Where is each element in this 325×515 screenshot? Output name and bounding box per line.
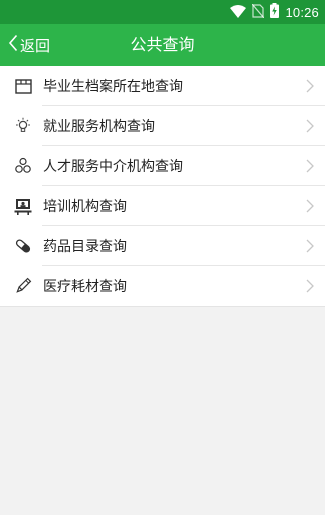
status-bar: 10:26 xyxy=(0,0,325,24)
menu-item-label: 毕业生档案所在地查询 xyxy=(43,79,183,95)
pill-icon xyxy=(14,237,32,255)
back-button[interactable]: 返回 xyxy=(8,24,50,66)
chevron-right-icon xyxy=(306,159,314,173)
chevron-right-icon xyxy=(306,239,314,253)
menu-item-graduate-archive[interactable]: 毕业生档案所在地查询 xyxy=(0,66,325,106)
menu-item-training-institution[interactable]: 培训机构查询 xyxy=(0,186,325,226)
lightbulb-icon xyxy=(14,117,32,135)
chevron-right-icon xyxy=(306,199,314,213)
classroom-icon xyxy=(14,197,32,215)
status-icons: 10:26 xyxy=(230,0,319,24)
people-icon xyxy=(14,157,32,175)
back-label: 返回 xyxy=(20,36,51,55)
chevron-right-icon xyxy=(306,119,314,133)
menu-item-medical-consumables[interactable]: 医疗耗材查询 xyxy=(0,266,325,306)
menu-item-talent-agency[interactable]: 人才服务中介机构查询 xyxy=(0,146,325,186)
chevron-left-icon xyxy=(8,34,18,56)
menu-item-label: 培训机构查询 xyxy=(43,199,127,215)
menu-item-label: 就业服务机构查询 xyxy=(43,119,155,135)
menu-item-employment-service[interactable]: 就业服务机构查询 xyxy=(0,106,325,146)
menu-item-label: 药品目录查询 xyxy=(43,239,127,255)
app-bar: 返回 公共查询 xyxy=(0,24,325,66)
menu-item-label: 人才服务中介机构查询 xyxy=(43,159,183,175)
status-time: 10:26 xyxy=(285,4,319,20)
battery-charging-icon xyxy=(270,2,280,22)
menu-item-drug-catalog[interactable]: 药品目录查询 xyxy=(0,226,325,266)
chevron-right-icon xyxy=(306,79,314,93)
chevron-right-icon xyxy=(306,279,314,293)
no-sim-icon xyxy=(251,3,265,22)
archive-icon xyxy=(14,77,32,95)
query-menu-list: 毕业生档案所在地查询 就业服务机构查询 人才服务中介机构查询 培训机构查询 药品… xyxy=(0,66,325,307)
pencil-icon xyxy=(14,277,32,295)
wifi-icon xyxy=(230,3,247,22)
menu-item-label: 医疗耗材查询 xyxy=(43,279,127,295)
